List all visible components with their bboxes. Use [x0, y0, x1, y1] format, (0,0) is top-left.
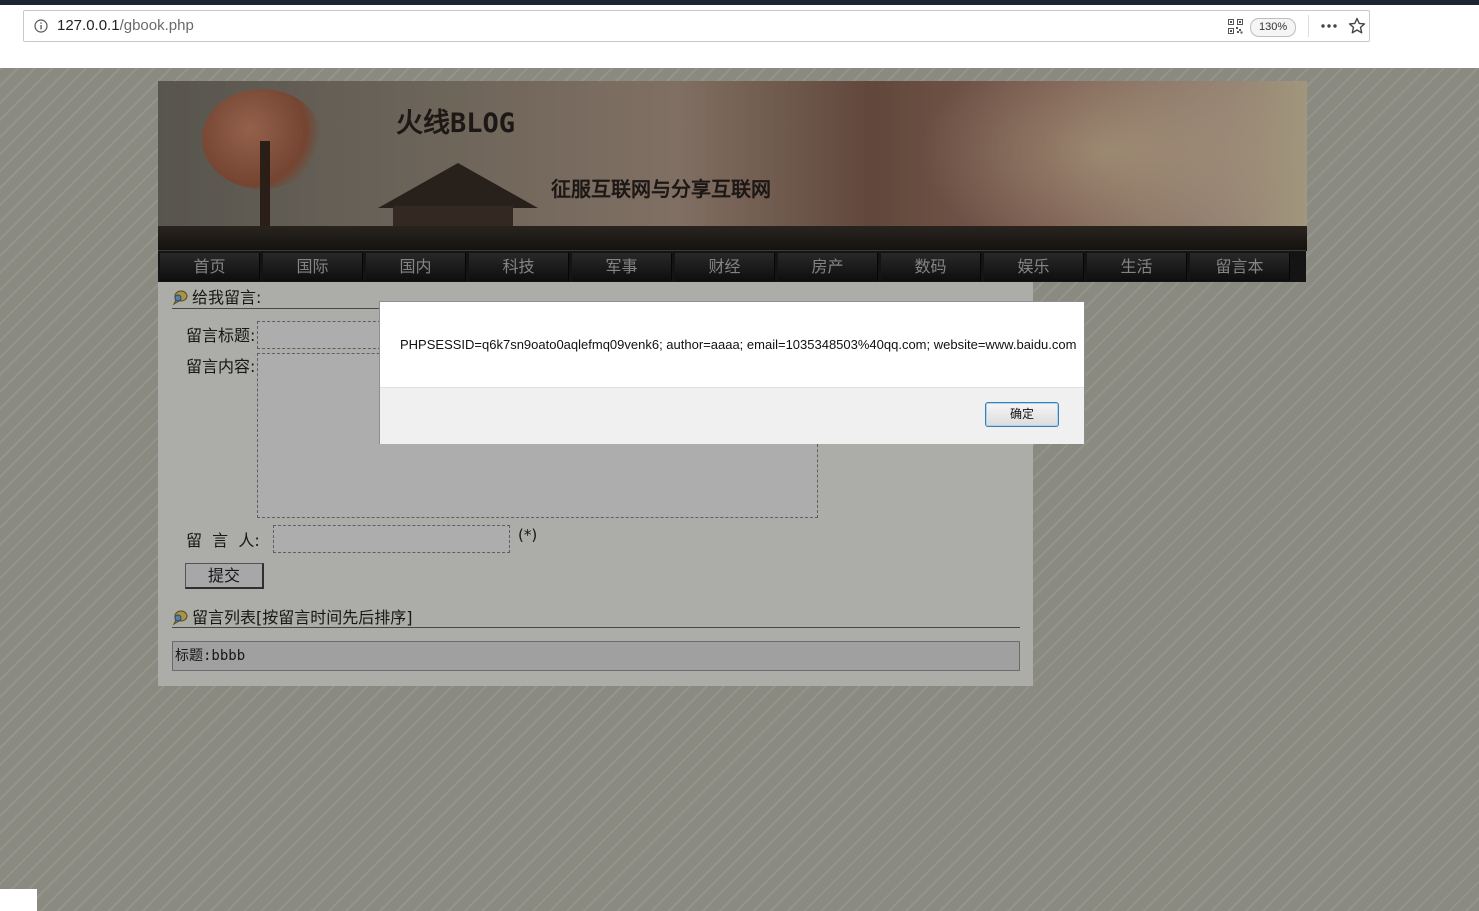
qr-code-icon[interactable] [1228, 19, 1243, 34]
bookmark-star-icon[interactable] [1348, 17, 1366, 35]
alert-footer: 确定 [380, 387, 1084, 444]
url-text[interactable]: 127.0.0.1/gbook.php [57, 17, 194, 34]
address-bar[interactable]: 127.0.0.1/gbook.php 130% [23, 10, 1370, 42]
toolbar-separator [1308, 15, 1309, 37]
url-host: 127.0.0.1 [57, 17, 120, 34]
info-icon[interactable] [34, 19, 48, 33]
page-viewport: 火线BLOG 征服互联网与分享互联网 首页 国际 国内 科技 军事 财经 房产 … [0, 68, 1479, 911]
more-actions-icon[interactable] [1320, 19, 1338, 33]
corner-block [0, 889, 37, 911]
ok-button[interactable]: 确定 [985, 402, 1059, 427]
url-path: /gbook.php [119, 17, 194, 34]
alert-dialog: PHPSESSID=q6k7sn9oato0aqlefmq09venk6; au… [379, 301, 1085, 444]
modal-overlay [0, 68, 1479, 911]
zoom-level-badge[interactable]: 130% [1250, 18, 1297, 37]
alert-message: PHPSESSID=q6k7sn9oato0aqlefmq09venk6; au… [400, 337, 1077, 352]
browser-toolbar: 127.0.0.1/gbook.php 130% [0, 5, 1479, 69]
